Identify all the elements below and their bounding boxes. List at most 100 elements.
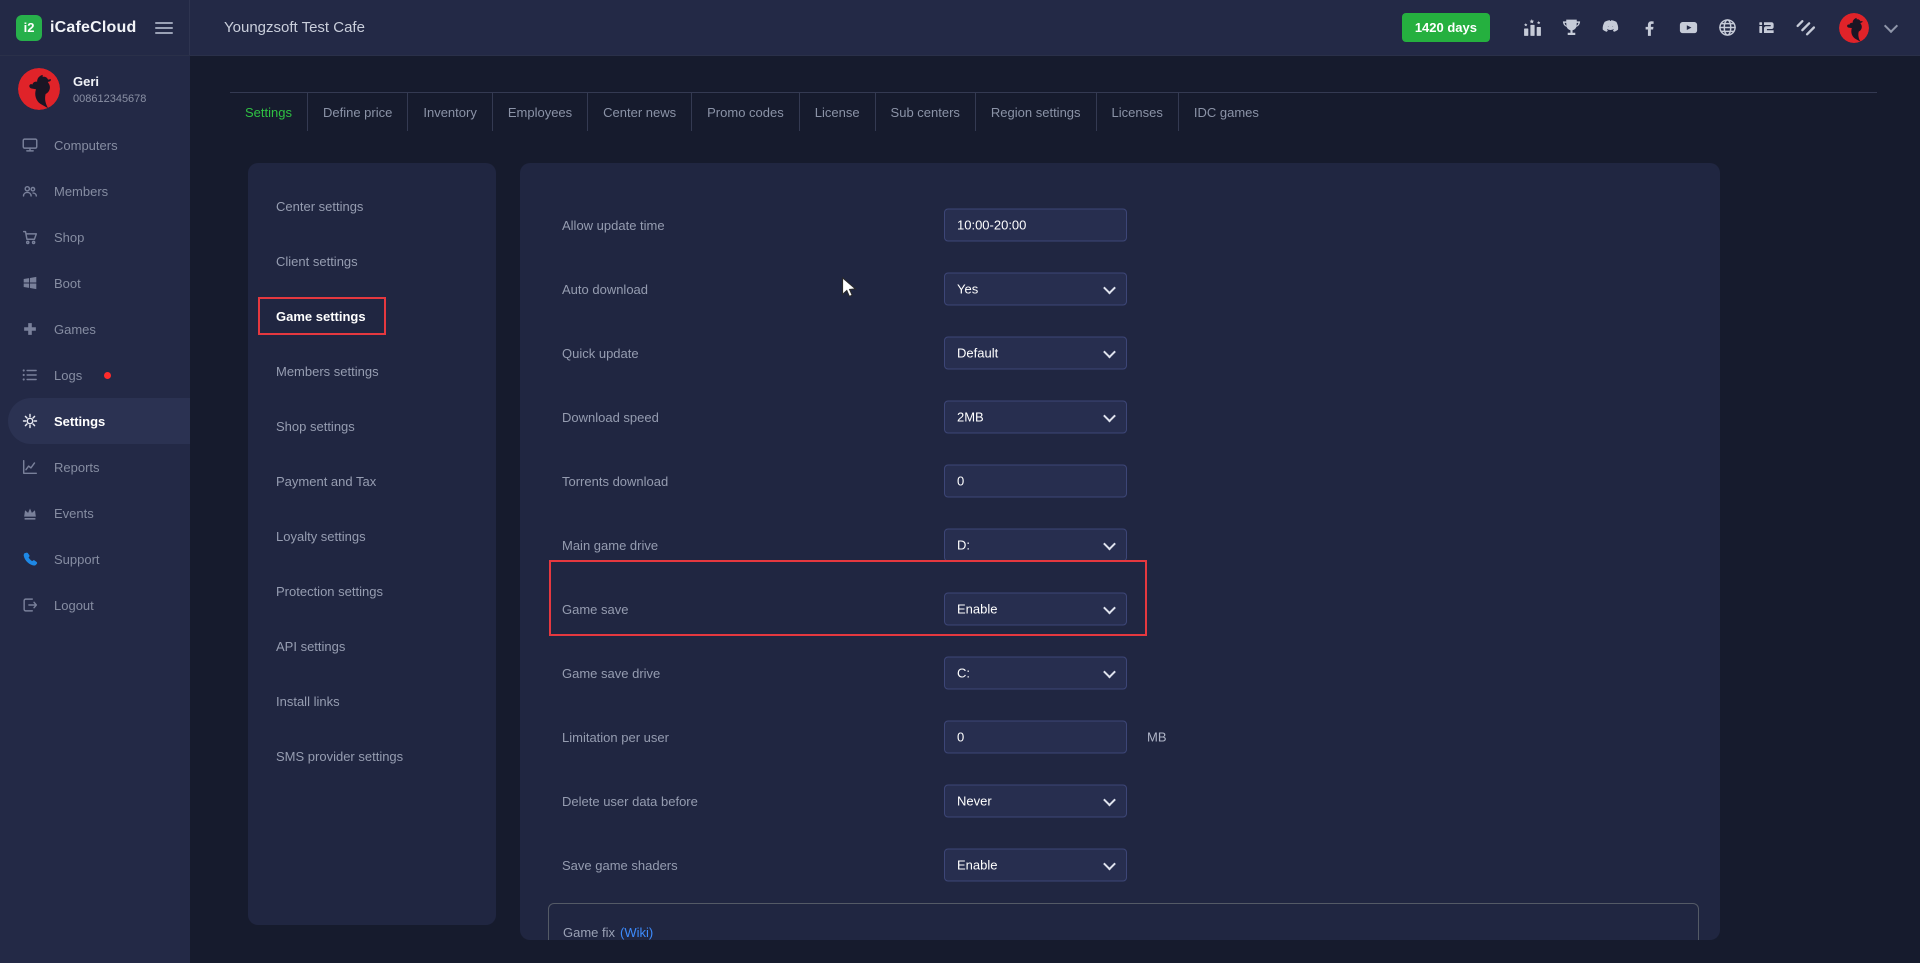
text-input-torrents-download[interactable]: 0 [944,465,1127,498]
settings-nav-shop-settings[interactable]: Shop settings [248,399,496,454]
sidebar-item-games[interactable]: Games [0,306,190,352]
app-root: i2 iCafeCloud Youngzsoft Test Cafe 1420 … [0,0,1920,963]
sidebar-item-members[interactable]: Members [0,168,190,214]
wiki-link[interactable]: (Wiki) [620,925,653,940]
cart-icon [21,228,39,246]
tab-promo-codes[interactable]: Promo codes [691,93,799,131]
select-delete-user-data-before[interactable]: Never [944,785,1127,818]
text-input-limitation-per-user[interactable]: 0 [944,721,1127,754]
icafecloud-logo-icon[interactable]: i2 [16,15,42,41]
settings-nav-center-settings[interactable]: Center settings [248,179,496,234]
sidebar-item-boot[interactable]: Boot [0,260,190,306]
tab-settings[interactable]: Settings [230,93,307,131]
field-label: Limitation per user [562,730,669,745]
topbar-actions: 1420 days [1402,13,1920,43]
facebook-icon[interactable] [1638,17,1660,39]
field-value: 0 [957,730,964,745]
sidebar-item-events[interactable]: Events [0,490,190,536]
field-value: Enable [957,858,997,873]
chevron-down-icon[interactable] [1884,18,1898,32]
gear-icon [21,412,39,430]
ranking-icon[interactable] [1521,17,1543,39]
chevron-down-icon [1103,857,1116,870]
tab-sub-centers[interactable]: Sub centers [875,93,975,131]
chevron-down-icon [1103,345,1116,358]
select-download-speed[interactable]: 2MB [944,401,1127,434]
settings-nav-install-links[interactable]: Install links [248,674,496,729]
field-value: Yes [957,282,978,297]
avatar[interactable] [18,68,60,110]
chevron-down-icon [1103,793,1116,806]
sidebar-item-support[interactable]: Support [0,536,190,582]
field-value: 10:00-20:00 [957,218,1026,233]
icafecloud-icon[interactable] [1755,17,1777,39]
settings-nav-label: Protection settings [276,584,383,599]
user-id: 008612345678 [73,93,146,105]
gamepad-icon [21,320,39,338]
discord-icon[interactable] [1599,17,1621,39]
form-row-allow-update-time: Allow update time10:00-20:00 [520,193,1720,257]
tab-inventory[interactable]: Inventory [407,93,491,131]
chevron-down-icon [1103,601,1116,614]
sidebar-item-shop[interactable]: Shop [0,214,190,260]
sidebar-item-computers[interactable]: Computers [0,122,190,168]
game-fix-label: Game fix [563,925,615,940]
sidebar-item-settings[interactable]: Settings [8,398,190,444]
settings-nav-game-settings[interactable]: Game settings [248,289,496,344]
select-auto-download[interactable]: Yes [944,273,1127,306]
globe-icon[interactable] [1716,17,1738,39]
page-title: Youngzsoft Test Cafe [224,19,365,36]
days-badge[interactable]: 1420 days [1402,13,1490,42]
settings-nav-label: Payment and Tax [276,474,376,489]
chevron-down-icon [1103,665,1116,678]
sidebar-item-logout[interactable]: Logout [0,582,190,628]
select-game-save-drive[interactable]: C: [944,657,1127,690]
sidebar-item-label: Events [54,506,94,521]
hamburger-menu-icon[interactable] [155,22,173,34]
sidebar-item-reports[interactable]: Reports [0,444,190,490]
brand-zone: i2 iCafeCloud [0,0,190,55]
youtube-icon[interactable] [1677,17,1699,39]
field-value: Default [957,346,998,361]
settings-nav-api-settings[interactable]: API settings [248,619,496,674]
select-save-game-shaders[interactable]: Enable [944,849,1127,882]
settings-nav-members-settings[interactable]: Members settings [248,344,496,399]
field-label: Delete user data before [562,794,698,809]
select-quick-update[interactable]: Default [944,337,1127,370]
layers-icon[interactable] [1794,17,1816,39]
windows-icon [21,274,39,292]
tab-region-settings[interactable]: Region settings [975,93,1096,131]
tab-employees[interactable]: Employees [492,93,587,131]
field-value: C: [957,666,970,681]
field-label: Quick update [562,346,639,361]
settings-nav-sms-provider-settings[interactable]: SMS provider settings [248,729,496,784]
tab-define-price[interactable]: Define price [307,93,407,131]
settings-nav-payment-and-tax[interactable]: Payment and Tax [248,454,496,509]
sidebar-item-logs[interactable]: Logs [0,352,190,398]
crown-icon [21,504,39,522]
settings-nav-label: Center settings [276,199,363,214]
form-row-torrents-download: Torrents download0 [520,449,1720,513]
text-input-allow-update-time[interactable]: 10:00-20:00 [944,209,1127,242]
settings-nav-protection-settings[interactable]: Protection settings [248,564,496,619]
settings-nav-client-settings[interactable]: Client settings [248,234,496,289]
settings-nav-label: Shop settings [276,419,355,434]
tab-center-news[interactable]: Center news [587,93,691,131]
form-row-main-game-drive: Main game driveD: [520,513,1720,577]
tab-bar: SettingsDefine priceInventoryEmployeesCe… [230,92,1877,131]
form-row-quick-update: Quick update Default [520,321,1720,385]
select-main-game-drive[interactable]: D: [944,529,1127,562]
tab-licenses[interactable]: Licenses [1096,93,1178,131]
form-row-download-speed: Download speed 2MB [520,385,1720,449]
field-value: Enable [957,602,997,617]
select-game-save[interactable]: Enable [944,593,1127,626]
trophy-icon[interactable] [1560,17,1582,39]
brand-name: iCafeCloud [50,19,136,37]
sidebar-item-label: Shop [54,230,84,245]
field-label: Download speed [562,410,659,425]
tab-license[interactable]: License [799,93,875,131]
tab-idc-games[interactable]: IDC games [1178,93,1274,131]
settings-nav-loyalty-settings[interactable]: Loyalty settings [248,509,496,564]
avatar[interactable] [1839,13,1869,43]
sidebar-item-label: Support [54,552,100,567]
